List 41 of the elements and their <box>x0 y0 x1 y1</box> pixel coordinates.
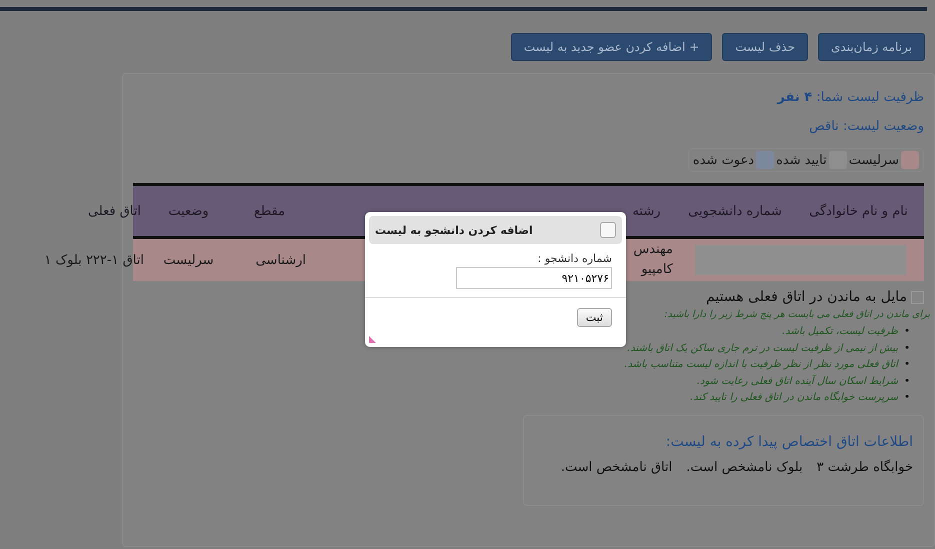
bullet: • <box>904 342 910 356</box>
legend-label: تایید شده <box>776 152 827 168</box>
field-label: شماره دانشجو : <box>536 252 612 265</box>
list-status-text: وضعیت لیست: ناقص <box>808 119 924 134</box>
condition-item: بیش از نیمی از ظرفیت لیست در ترم جاری ساکن یک اتاق باشند. <box>626 342 900 356</box>
bullet: • <box>904 358 910 372</box>
condition-item: شرایط اسکان سال آینده اتاق فعلی رعایت شود. <box>696 374 900 388</box>
condition-item: اتاق فعلی مورد نظر از نظر ظرفیت با اندازه لیست متناسب باشد. <box>623 358 900 372</box>
table-cell: اتاق ۱-۲۲۲ بلوک ۱ <box>44 252 144 268</box>
toolbar-button[interactable]: + اضافه کردن عضو جدید به لیست <box>510 33 712 61</box>
bullet: • <box>904 374 910 388</box>
legend-label: دعوت شده <box>692 152 754 168</box>
checkbox-label: مایل به ماندن در اتاق فعلی هستیم <box>706 289 907 305</box>
column-header: اتاق فعلی <box>88 204 141 218</box>
toolbar-button[interactable]: برنامه زمان‌بندی <box>818 33 925 61</box>
allocation-text: خوابگاه طرشت ۳ <box>816 460 913 474</box>
toolbar-button[interactable]: حذف لیست <box>722 33 808 61</box>
table-cell: ارشناسی <box>256 252 306 268</box>
allocation-text: اتاق نامشخص است. <box>560 460 672 474</box>
column-header: مقطع <box>254 204 286 218</box>
table-cell-text: مهندس کامپیو <box>632 241 673 279</box>
conditions-intro: برای ماندن در اتاق فعلی می بایست هر پنج شرط زیر را دارا باشید: <box>664 308 930 322</box>
resize-grip-icon[interactable] <box>369 336 376 343</box>
capacity-text: ظرفیت لیست شما: ۴ نفر <box>776 90 924 105</box>
column-header: رشته <box>632 204 661 218</box>
condition-item: ظرفیت لیست، تکمیل باشد. <box>781 325 900 339</box>
table-cell: سرلیست <box>163 252 214 268</box>
column-header: وضعیت <box>168 204 209 218</box>
dialog-title: اضافه کردن دانشجو به لیست <box>375 224 533 236</box>
student-number-field[interactable]: ۹۲۱۰۵۲۷۶ <box>456 267 612 289</box>
close-button[interactable] <box>600 222 616 238</box>
submit-button[interactable]: ثبت <box>576 308 612 327</box>
condition-item: سرپرست خوابگاه ماندن در اتاق فعلی را تایید کند. <box>689 390 900 405</box>
bullet: • <box>904 391 910 405</box>
column-header: شماره دانشجویی <box>688 204 782 218</box>
bullet: • <box>904 325 910 339</box>
column-header: نام و نام خانوادگی <box>809 204 908 218</box>
allocation-text: بلوک نامشخص است. <box>686 460 803 474</box>
allocation-title: اطلاعات اتاق اختصاص پیدا کرده به لیست: <box>664 434 913 450</box>
legend-label: سرلیست <box>848 152 899 168</box>
checkbox[interactable] <box>911 290 924 304</box>
